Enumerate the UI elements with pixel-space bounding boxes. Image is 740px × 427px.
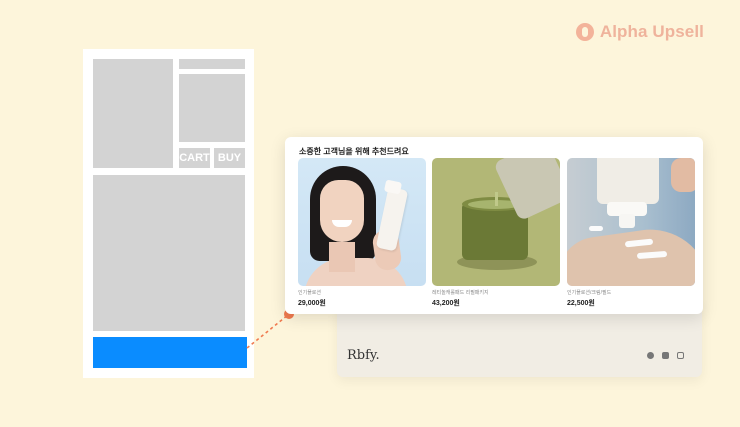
connector-dash [246, 314, 289, 349]
chat-icon[interactable] [647, 352, 654, 359]
youtube-icon[interactable] [662, 352, 669, 359]
canvas: Alpha Upsell CART BUY Rbfy. 소중한 고객님을 위해 … [0, 0, 740, 427]
product-price: 43,200원 [432, 300, 460, 307]
recommendation-widget: 소중한 고객님을 위해 추천드려요 인기플로션 29,000원 레티놀캐롤패드 … [285, 137, 703, 314]
instagram-icon[interactable] [677, 352, 684, 359]
product-price: 22,500원 [567, 300, 595, 307]
woman-holding-tube-image[interactable] [298, 158, 426, 286]
store-logo[interactable]: Rbfy. [347, 348, 380, 363]
product-card[interactable]: 레티놀캐롤패드 리필패키지 43,200원 [432, 158, 560, 308]
product-name: 레티놀캐롤패드 리필패키지 [432, 290, 489, 296]
product-name: 인기플로션 [298, 290, 322, 296]
product-card[interactable]: 인기플로션 29,000원 [298, 158, 426, 308]
product-name: 인기플로션/크림/필드 [567, 290, 612, 296]
social-links [647, 352, 684, 359]
product-card[interactable]: 인기플로션/크림/필드 22,500원 [567, 158, 695, 308]
green-jar-pads-image[interactable] [432, 158, 560, 286]
cream-pump-bottle-image[interactable] [567, 158, 695, 286]
recommendation-title: 소중한 고객님을 위해 추천드려요 [299, 147, 409, 156]
product-price: 29,000원 [298, 300, 326, 307]
